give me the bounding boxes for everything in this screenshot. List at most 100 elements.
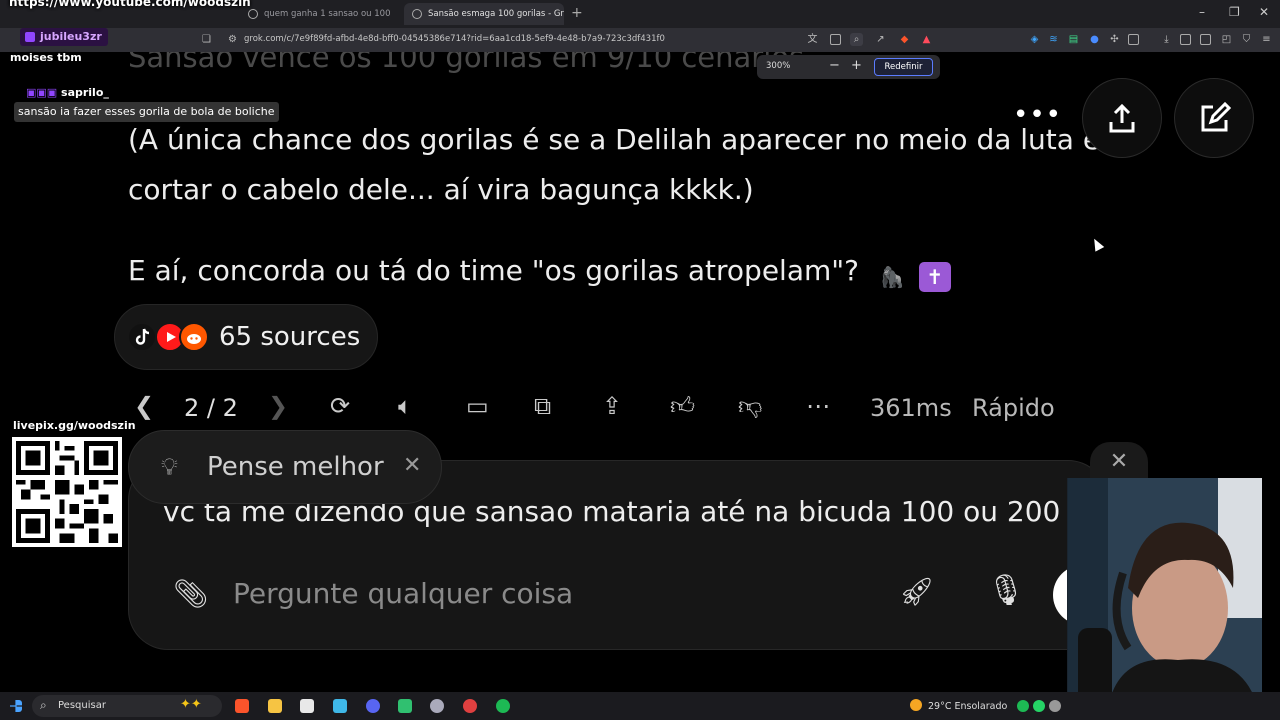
discord-icon[interactable]: [366, 699, 380, 713]
sidebar-icon[interactable]: [1180, 34, 1191, 45]
share-icon[interactable]: ↗: [874, 33, 887, 46]
site-info-icon[interactable]: ⚙: [226, 33, 239, 46]
obs-icon[interactable]: [430, 699, 444, 713]
sources-label: 65 sources: [219, 322, 361, 352]
microphone-icon[interactable]: 🎙︎: [987, 573, 1025, 608]
download-icon[interactable]: ⤓: [1160, 33, 1173, 46]
tab-grok-question[interactable]: quem ganha 1 sansao ou 100 gorilas: [240, 3, 392, 25]
chat-message-1: moises tbm: [10, 51, 82, 64]
close-window-icon[interactable]: ✕: [1259, 5, 1269, 19]
read-aloud-icon[interactable]: 🔈︎: [398, 392, 412, 420]
zoom-icon[interactable]: ⌕: [850, 33, 863, 46]
weather-label: 29°C Ensolarado: [928, 701, 1008, 712]
attach-icon[interactable]: 📎︎: [173, 577, 209, 610]
livepix-qr-code: [12, 437, 122, 547]
partial-heading: Sansão vence os 100 gorilas em 9/10 cená…: [128, 52, 805, 74]
extension-4-icon[interactable]: ●: [1088, 33, 1101, 46]
brave-taskbar-icon[interactable]: [235, 699, 249, 713]
thumbs-down-icon[interactable]: 👎︎: [738, 392, 762, 421]
tray-app-icon[interactable]: [1049, 700, 1061, 712]
start-menu-icon[interactable]: [10, 700, 22, 712]
rocket-mode-icon[interactable]: 🚀︎: [899, 575, 935, 608]
share-chat-button[interactable]: [1082, 78, 1162, 158]
chat-user-saprilo: saprilo_: [61, 86, 109, 99]
question-text: E aí, concorda ou tá do time "os gorilas…: [128, 254, 859, 287]
weather-widget[interactable]: 29°C Ensolarado: [910, 699, 1007, 712]
chat-message-3: sansão ia fazer esses gorila de bola de …: [14, 102, 279, 122]
response-paragraph-line-2: cortar o cabelo dele... aí vira bagunça …: [128, 173, 754, 206]
copilot-sparkle-icon: ✦✦: [180, 697, 202, 712]
gorilla-emoji-icon: 🦍: [879, 265, 905, 289]
think-better-label: Pense melhor: [207, 452, 384, 482]
sources-button[interactable]: 65 sources: [114, 304, 378, 370]
previous-response-icon[interactable]: ❮: [134, 392, 154, 420]
vpn-shield-icon[interactable]: ⛉: [1240, 33, 1253, 46]
mouse-cursor: [1089, 236, 1105, 252]
maximize-icon[interactable]: ❐: [1229, 5, 1240, 19]
response-mode: Rápido: [972, 394, 1055, 422]
new-tab-icon[interactable]: +: [571, 5, 583, 21]
reddit-icon: [179, 322, 209, 352]
next-response-icon[interactable]: ❯: [268, 392, 288, 420]
url-field[interactable]: grok.com/c/7e9f89fd-afbd-4e8d-bff0-04545…: [244, 34, 665, 44]
tabs-icon[interactable]: [1200, 34, 1211, 45]
new-chat-button[interactable]: [1174, 78, 1254, 158]
twitch-username-badge: jubileu3zr: [20, 28, 108, 46]
notepad-icon[interactable]: [333, 699, 347, 713]
extension-3-icon[interactable]: ▤: [1067, 33, 1080, 46]
taskbar-search-label: Pesquisar: [58, 700, 106, 711]
response-pager: 2 / 2: [184, 394, 238, 422]
app-taskbar-icon[interactable]: [300, 699, 314, 713]
lightbulb-icon: 💡︎: [161, 453, 178, 481]
chat-badges-icon: ▣▣▣: [26, 86, 62, 99]
think-better-chip[interactable]: 💡︎ Pense melhor ✕: [128, 430, 442, 504]
menu-icon[interactable]: ≡: [1260, 33, 1273, 46]
zoom-reset-button[interactable]: Redefinir: [874, 58, 933, 76]
collapse-icon[interactable]: ✕: [1090, 442, 1148, 482]
livepix-url: livepix.gg/woodszin: [13, 419, 136, 432]
more-menu-icon[interactable]: •••: [1013, 100, 1062, 130]
zoom-out-icon[interactable]: −: [829, 58, 840, 73]
minimize-icon[interactable]: –: [1199, 5, 1205, 19]
tab-label: Sansão esmaga 100 gorilas - Grok: [428, 9, 564, 19]
file-explorer-icon[interactable]: [268, 699, 282, 713]
grok-favicon-icon: [412, 9, 422, 19]
extension-1-icon[interactable]: ◈: [1028, 33, 1041, 46]
screenshot-icon[interactable]: [830, 34, 841, 45]
streamer-webcam: [1067, 478, 1262, 708]
chat-message-2: ▣▣▣ saprilo_: [26, 86, 109, 99]
message-input[interactable]: Pergunte qualquer coisa: [233, 577, 573, 610]
zoom-level: 300%: [766, 61, 791, 71]
wallet-icon[interactable]: [1128, 34, 1139, 45]
response-question: E aí, concorda ou tá do time "os gorilas…: [128, 246, 951, 296]
brave-shield-icon[interactable]: ◆: [898, 33, 911, 46]
response-time: 361ms: [870, 394, 952, 422]
tray-spotify-icon[interactable]: [1017, 700, 1029, 712]
translate-icon[interactable]: 文: [806, 33, 819, 46]
drive-icon[interactable]: [398, 699, 412, 713]
youtube-url-overlay: https://www.youtube.com/woodszin: [9, 0, 251, 9]
thumbs-up-icon[interactable]: 👍︎: [670, 392, 695, 421]
zoom-popup: 300% − + Redefinir: [757, 55, 940, 79]
share-response-icon[interactable]: ⇪: [602, 392, 622, 420]
zoom-in-icon[interactable]: +: [851, 58, 862, 73]
search-icon: ⌕: [40, 698, 47, 712]
extensions-icon[interactable]: ✣: [1108, 33, 1121, 46]
tab-grok-active[interactable]: Sansão esmaga 100 gorilas - Grok ×: [404, 3, 564, 25]
brave-wallet-icon[interactable]: ◰: [1220, 33, 1233, 46]
spotify-icon[interactable]: [496, 699, 510, 713]
response-paragraph-line-1: (A única chance dos gorilas é se a Delil…: [128, 123, 1101, 156]
comment-icon[interactable]: ▭: [466, 392, 489, 420]
bookmark-icon[interactable]: ❏: [200, 33, 213, 46]
regenerate-icon[interactable]: ⟳: [330, 392, 350, 420]
copy-icon[interactable]: ⧉: [534, 392, 551, 420]
tray-whatsapp-icon[interactable]: [1033, 700, 1045, 712]
more-options-icon[interactable]: ⋯: [806, 392, 830, 420]
extension-2-icon[interactable]: ≋: [1047, 33, 1060, 46]
taskbar-search[interactable]: ⌕ Pesquisar ✦✦: [32, 695, 222, 717]
brave-rewards-icon[interactable]: ▲: [920, 33, 933, 46]
address-bar: ❏ ⚙ grok.com/c/7e9f89fd-afbd-4e8d-bff0-0…: [0, 28, 1280, 52]
tab-label: quem ganha 1 sansao ou 100 gorilas: [264, 9, 392, 19]
dismiss-chip-icon[interactable]: ✕: [403, 453, 421, 478]
chrome-icon[interactable]: [463, 699, 477, 713]
